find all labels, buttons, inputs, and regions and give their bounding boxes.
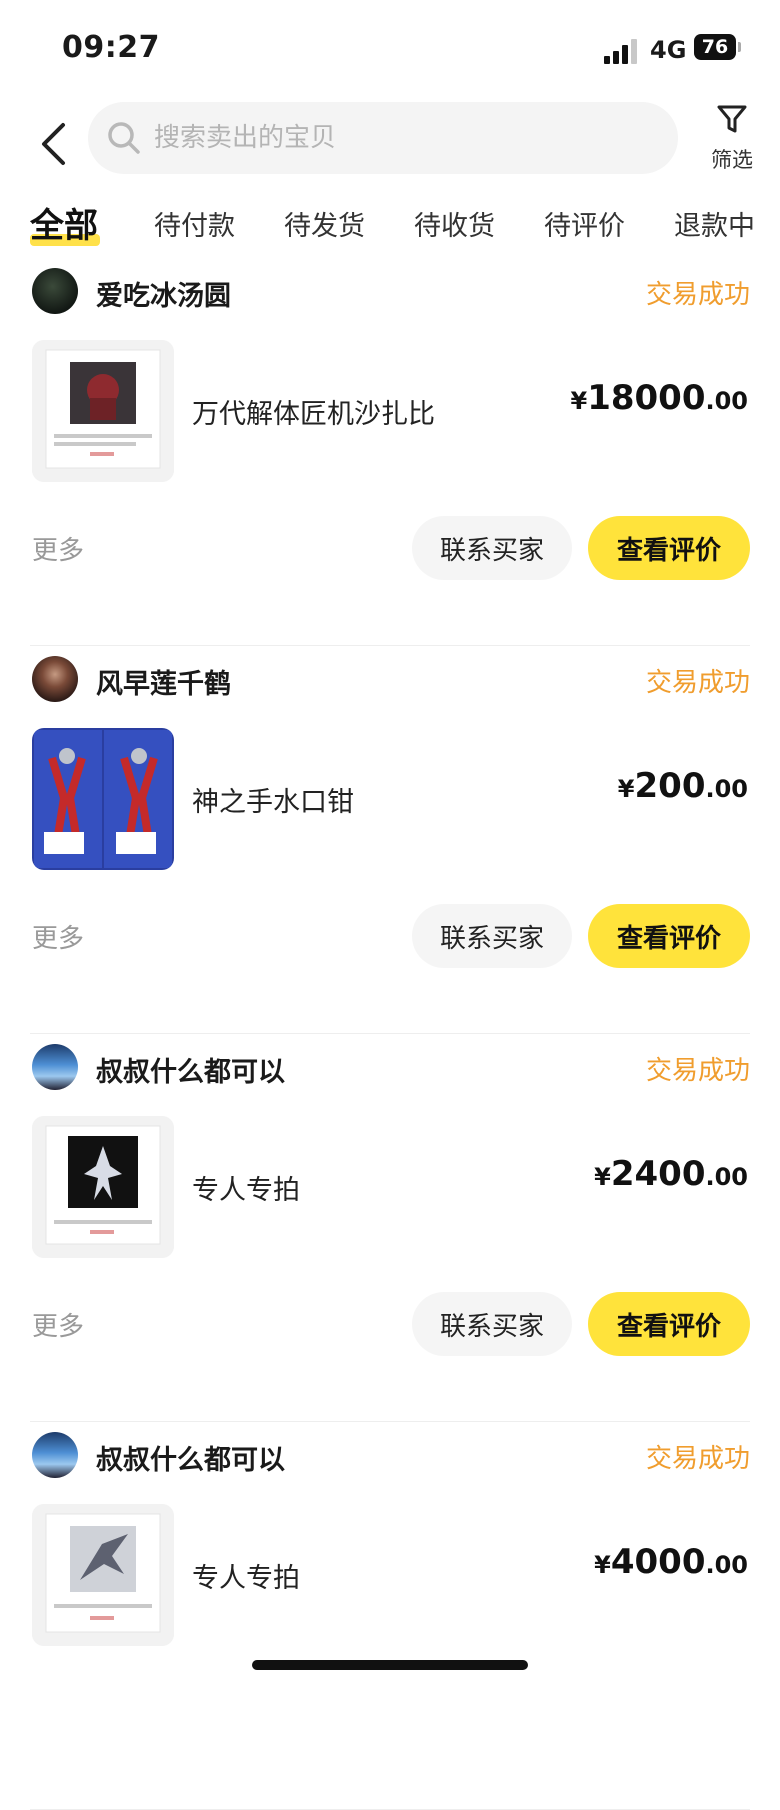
tab-pending-review[interactable]: 待评价	[544, 204, 625, 243]
product-thumbnail[interactable]	[32, 1504, 174, 1646]
more-button[interactable]: 更多	[32, 918, 84, 955]
order-status: 交易成功	[645, 668, 750, 698]
order-list: 爱吃冰汤圆 交易成功 万代解体匠机沙扎比 ¥18000.00 更多 联系买家 查…	[0, 258, 780, 1810]
order-header: 叔叔什么都可以 交易成功	[30, 1432, 750, 1480]
seller-name[interactable]: 叔叔什么都可以	[96, 1050, 285, 1089]
avatar[interactable]	[32, 1432, 78, 1478]
product-price: ¥2400.00	[594, 1154, 748, 1194]
status-bar: 09:27 4G 76	[0, 0, 780, 92]
contact-buyer-button[interactable]: 联系买家	[412, 516, 572, 580]
order-status: 交易成功	[645, 1056, 750, 1086]
contact-buyer-button[interactable]: 联系买家	[412, 904, 572, 968]
avatar[interactable]	[32, 1044, 78, 1090]
network-label: 4G	[650, 36, 687, 64]
order-card: 爱吃冰汤圆 交易成功 万代解体匠机沙扎比 ¥18000.00 更多 联系买家 查…	[30, 258, 750, 646]
order-card: 叔叔什么都可以 交易成功 专人专拍 ¥4000.00	[30, 1422, 750, 1810]
battery-tip	[738, 42, 741, 52]
order-status: 交易成功	[645, 280, 750, 310]
view-review-button[interactable]: 查看评价	[588, 516, 750, 580]
view-review-button[interactable]: 查看评价	[588, 1292, 750, 1356]
product-price: ¥18000.00	[570, 378, 748, 418]
product-title[interactable]: 专人专拍	[192, 1168, 300, 1207]
home-indicator	[252, 1660, 528, 1670]
product-thumbnail[interactable]	[32, 728, 174, 870]
funnel-icon	[717, 105, 747, 133]
tab-pending-receipt[interactable]: 待收货	[414, 204, 495, 243]
contact-buyer-button[interactable]: 联系买家	[412, 1292, 572, 1356]
search-input[interactable]	[152, 122, 636, 154]
product-price: ¥4000.00	[594, 1542, 748, 1582]
order-header: 叔叔什么都可以 交易成功	[30, 1044, 750, 1092]
order-header: 爱吃冰汤圆 交易成功	[30, 268, 750, 316]
seller-name[interactable]: 叔叔什么都可以	[96, 1438, 285, 1477]
seller-name[interactable]: 风早莲千鹤	[96, 662, 231, 701]
product-thumbnail[interactable]	[32, 340, 174, 482]
order-card: 叔叔什么都可以 交易成功 专人专拍 ¥2400.00 更多 联系买家 查看评价	[30, 1034, 750, 1422]
more-button[interactable]: 更多	[32, 1306, 84, 1343]
filter-label: 筛选	[711, 148, 753, 172]
order-tabs: 全部 待付款 待发货 待收货 待评价 退款中	[0, 198, 780, 258]
product-title[interactable]: 神之手水口钳	[192, 780, 354, 819]
avatar[interactable]	[32, 656, 78, 702]
battery-icon: 76	[694, 34, 736, 60]
filter-button[interactable]: 筛选	[700, 102, 764, 186]
product-thumbnail[interactable]	[32, 1116, 174, 1258]
tab-pending-payment[interactable]: 待付款	[154, 204, 235, 243]
back-button[interactable]	[30, 114, 76, 174]
seller-name[interactable]: 爱吃冰汤圆	[96, 274, 231, 313]
header: 筛选	[0, 92, 780, 192]
product-title[interactable]: 万代解体匠机沙扎比	[192, 392, 435, 431]
order-card: 风早莲千鹤 交易成功 神之手水口钳 ¥200.00 更多 联系买家 查看评价	[30, 646, 750, 1034]
more-button[interactable]: 更多	[32, 530, 84, 567]
search-bar[interactable]	[88, 102, 678, 174]
search-icon	[108, 122, 140, 154]
chevron-left-icon	[42, 123, 65, 165]
signal-icon	[604, 38, 640, 64]
tab-pending-shipment[interactable]: 待发货	[284, 204, 365, 243]
view-review-button[interactable]: 查看评价	[588, 904, 750, 968]
tab-all[interactable]: 全部	[30, 198, 98, 247]
order-status: 交易成功	[645, 1444, 750, 1474]
tab-refunding[interactable]: 退款中	[674, 204, 755, 243]
status-time: 09:27	[62, 30, 160, 65]
order-header: 风早莲千鹤 交易成功	[30, 656, 750, 704]
product-title[interactable]: 专人专拍	[192, 1556, 300, 1595]
avatar[interactable]	[32, 268, 78, 314]
product-price: ¥200.00	[617, 766, 748, 806]
